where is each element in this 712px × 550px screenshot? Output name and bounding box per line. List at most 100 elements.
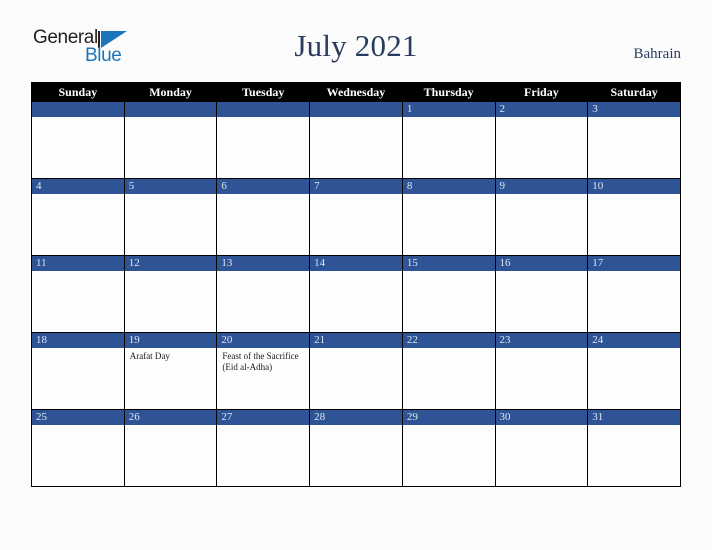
calendar-day-cell-7[interactable]: 7 bbox=[309, 178, 403, 256]
calendar-day-cell-19[interactable]: 19 Arafat Day bbox=[123, 332, 218, 410]
calendar-week-row: 123 bbox=[31, 101, 681, 179]
day-events bbox=[32, 348, 124, 351]
calendar-header-row: Sunday Monday Tuesday Wednesday Thursday Frid… bbox=[31, 82, 681, 102]
calendar-day-cell-26[interactable]: 26 bbox=[123, 409, 218, 487]
calendar-day-cell-17[interactable]: 17 bbox=[587, 255, 681, 333]
day-events: Arafat Day bbox=[125, 348, 217, 362]
weekday-header-monday: Monday bbox=[124, 82, 218, 102]
calendar-day-cell-28[interactable]: 28 bbox=[309, 409, 403, 487]
calendar-day-cell-16[interactable]: 16 bbox=[494, 255, 589, 333]
holiday-event-label: Arafat Day bbox=[129, 351, 170, 361]
day-events bbox=[310, 271, 402, 274]
weekday-header-friday: Friday bbox=[495, 82, 589, 102]
day-number: 1 bbox=[402, 102, 495, 117]
day-number: 21 bbox=[310, 333, 402, 348]
day-events bbox=[125, 194, 217, 197]
day-number: 29 bbox=[402, 410, 495, 425]
day-events bbox=[32, 194, 124, 197]
calendar-day-cell-5[interactable]: 5 bbox=[123, 178, 218, 256]
day-events bbox=[588, 348, 680, 351]
day-number: 3 bbox=[588, 102, 680, 117]
calendar-day-cell-empty[interactable] bbox=[309, 101, 403, 179]
day-number: 17 bbox=[588, 256, 680, 271]
calendar-day-cell-27[interactable]: 27 bbox=[216, 409, 311, 487]
calendar-week-row: 18 19 Arafat Day 20 Feast of the Sacrifice (… bbox=[31, 332, 681, 410]
calendar-day-cell-13[interactable]: 13 bbox=[216, 255, 311, 333]
day-number: 7 bbox=[310, 179, 402, 194]
holiday-event-label: Feast of the Sacrifice (Eid al-Adha) bbox=[222, 351, 299, 372]
day-events bbox=[310, 194, 402, 197]
calendar-day-cell-22[interactable]: 22 bbox=[401, 332, 496, 410]
calendar-day-cell-9[interactable]: 9 bbox=[494, 178, 589, 256]
day-events bbox=[403, 348, 495, 351]
calendar-day-cell-10[interactable]: 10 bbox=[587, 178, 681, 256]
weekday-header-tuesday: Tuesday bbox=[216, 82, 311, 102]
day-events bbox=[496, 271, 588, 274]
calendar-day-cell-23[interactable]: 23 bbox=[494, 332, 589, 410]
calendar-day-cell-4[interactable]: 4 bbox=[31, 178, 125, 256]
day-events bbox=[496, 348, 588, 351]
day-events bbox=[403, 271, 495, 274]
day-events bbox=[588, 194, 680, 197]
weekday-header-thursday: Thursday bbox=[402, 82, 496, 102]
calendar-day-cell-11[interactable]: 11 bbox=[31, 255, 125, 333]
day-number: 15 bbox=[402, 256, 495, 271]
day-events bbox=[496, 194, 588, 197]
calendar-day-cell-empty[interactable] bbox=[123, 101, 218, 179]
day-events bbox=[217, 425, 309, 428]
day-number: 30 bbox=[495, 410, 588, 425]
calendar-day-cell-2[interactable]: 2 bbox=[494, 101, 589, 179]
calendar-day-cell-3[interactable]: 3 bbox=[587, 101, 681, 179]
day-number: 23 bbox=[495, 333, 588, 348]
calendar-day-cell-12[interactable]: 12 bbox=[123, 255, 218, 333]
calendar-day-cell-25[interactable]: 25 bbox=[31, 409, 125, 487]
weekday-header-row: Sunday Monday Tuesday Wednesday Thursday Frid… bbox=[31, 82, 681, 102]
calendar-day-cell-31[interactable]: 31 bbox=[587, 409, 681, 487]
calendar-day-cell-30[interactable]: 30 bbox=[494, 409, 589, 487]
day-events bbox=[32, 271, 124, 274]
day-events bbox=[217, 271, 309, 274]
day-events bbox=[403, 194, 495, 197]
country-label: Bahrain bbox=[633, 46, 681, 62]
day-events bbox=[32, 117, 124, 120]
day-events bbox=[588, 425, 680, 428]
day-number: 9 bbox=[495, 179, 588, 194]
calendar-day-cell-empty[interactable] bbox=[216, 101, 311, 179]
day-number: 10 bbox=[588, 179, 680, 194]
day-number bbox=[217, 102, 310, 117]
calendar-week-row: 11 12 13 14 15 16 17 bbox=[31, 255, 681, 333]
day-number: 4 bbox=[32, 179, 124, 194]
day-events bbox=[125, 425, 217, 428]
calendar-day-cell-29[interactable]: 29 bbox=[401, 409, 496, 487]
day-number: 14 bbox=[310, 256, 402, 271]
day-number bbox=[32, 102, 124, 117]
day-number: 25 bbox=[32, 410, 124, 425]
day-events bbox=[588, 271, 680, 274]
day-number: 27 bbox=[217, 410, 310, 425]
day-number: 18 bbox=[32, 333, 124, 348]
calendar-body: 1 2 3 4 5 6 7 8 9 10 11 12 13 14 15 16 17 18 19 Arafat Day 2… bbox=[31, 101, 681, 487]
day-events bbox=[496, 425, 588, 428]
calendar-table: Sunday Monday Tuesday Wednesday Thursday Frid… bbox=[31, 82, 681, 487]
day-number: 16 bbox=[495, 256, 588, 271]
weekday-header-saturday: Saturday bbox=[587, 82, 681, 102]
calendar-day-cell-8[interactable]: 8 bbox=[401, 178, 496, 256]
day-events bbox=[125, 271, 217, 274]
weekday-header-sunday: Sunday bbox=[31, 82, 125, 102]
day-number: 28 bbox=[310, 410, 402, 425]
page-title: July 2021 bbox=[294, 28, 418, 63]
calendar-day-cell-18[interactable]: 18 bbox=[31, 332, 125, 410]
calendar-day-cell-15[interactable]: 15 bbox=[401, 255, 496, 333]
day-number: 6 bbox=[217, 179, 310, 194]
calendar-day-cell-empty[interactable] bbox=[31, 101, 125, 179]
day-number: 22 bbox=[402, 333, 495, 348]
calendar-day-cell-20[interactable]: 20 Feast of the Sacrifice (Eid al-Adha) bbox=[216, 332, 311, 410]
calendar-day-cell-1[interactable]: 1 bbox=[401, 101, 496, 179]
calendar-day-cell-14[interactable]: 14 bbox=[309, 255, 403, 333]
calendar-day-cell-6[interactable]: 6 bbox=[216, 178, 311, 256]
day-number: 31 bbox=[588, 410, 680, 425]
calendar-day-cell-21[interactable]: 21 bbox=[309, 332, 403, 410]
day-number: 11 bbox=[32, 256, 124, 271]
page-header: General Blue July 2021 Bahrain bbox=[0, 26, 712, 74]
calendar-day-cell-24[interactable]: 24 bbox=[587, 332, 681, 410]
